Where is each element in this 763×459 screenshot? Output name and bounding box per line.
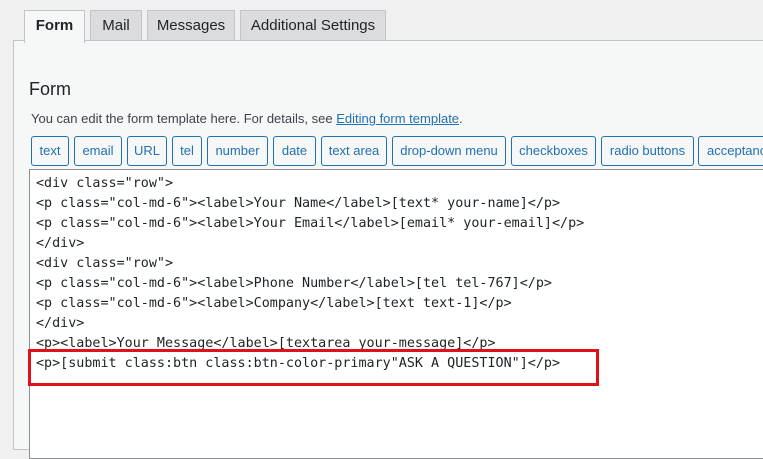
tab-messages[interactable]: Messages xyxy=(147,10,235,41)
tab-form[interactable]: Form xyxy=(24,10,85,43)
description-text: You can edit the form template here. For… xyxy=(31,111,337,126)
tab-bar: Form Mail Messages Additional Settings xyxy=(0,0,763,43)
code-line: <p class="col-md-6"><label>Your Name</la… xyxy=(36,196,561,211)
tag-button-text-area[interactable]: text area xyxy=(321,136,387,166)
code-line: <p class="col-md-6"><label>Your Email</l… xyxy=(36,216,585,231)
tag-button-checkboxes[interactable]: checkboxes xyxy=(511,136,596,166)
tag-button-tel[interactable]: tel xyxy=(172,136,202,166)
highlight-box xyxy=(28,349,599,386)
description-suffix: . xyxy=(459,111,463,126)
code-line: </div> xyxy=(36,316,85,331)
code-line: <div class="row"> xyxy=(36,176,174,191)
tab-additional-settings[interactable]: Additional Settings xyxy=(240,10,386,41)
tag-button-drop-down-menu[interactable]: drop-down menu xyxy=(392,136,506,166)
form-template-editor[interactable]: <div class="row"> <p class="col-md-6"><l… xyxy=(29,169,763,459)
tag-button-text[interactable]: text xyxy=(31,136,69,166)
editing-form-template-link[interactable]: Editing form template xyxy=(336,111,459,126)
tag-button-url[interactable]: URL xyxy=(127,136,167,166)
code-line: <p class="col-md-6"><label>Company</labe… xyxy=(36,296,512,311)
form-panel: Form You can edit the form template here… xyxy=(13,40,763,459)
tag-button-radio-buttons[interactable]: radio buttons xyxy=(601,136,694,166)
tag-button-date[interactable]: date xyxy=(273,136,316,166)
panel-title: Form xyxy=(29,79,71,99)
tag-button-number[interactable]: number xyxy=(207,136,268,166)
panel-description: You can edit the form template here. For… xyxy=(31,111,463,126)
code-line: <div class="row"> xyxy=(36,256,174,271)
code-line: <p class="col-md-6"><label>Phone Number<… xyxy=(36,276,552,291)
tab-mail[interactable]: Mail xyxy=(90,10,142,41)
tag-button-acceptance[interactable]: acceptance xyxy=(698,136,763,166)
tag-button-email[interactable]: email xyxy=(74,136,122,166)
code-line: </div> xyxy=(36,236,85,251)
